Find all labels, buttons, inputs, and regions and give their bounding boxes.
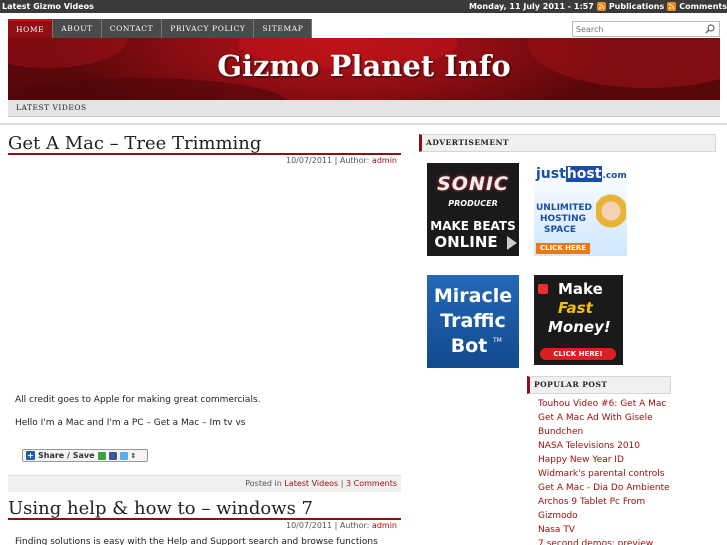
ad-make-fast-money[interactable]: Make Fast Money! CLICK HERE! — [534, 275, 623, 365]
share-save-button[interactable]: + Share / Save ⇕ — [22, 449, 148, 462]
ad-text: Make — [558, 280, 603, 298]
ad-text: host — [565, 166, 603, 182]
ad-text: HOSTING — [540, 214, 587, 224]
ad-text: Traffic — [440, 310, 506, 332]
comments-link[interactable]: Comments — [679, 0, 727, 13]
rss-icon[interactable] — [596, 2, 606, 11]
popular-post-link[interactable]: Archos 9 Tablet Pc From — [538, 495, 718, 509]
post-text: Hello I'm a Mac and I'm a PC – Get a Mac… — [15, 418, 246, 428]
popular-post-link[interactable]: Get A Mac - Dia Do Ambiente — [538, 481, 718, 495]
main-nav: HOME ABOUT CONTACT PRIVACY POLICY SITEMA… — [8, 19, 313, 38]
ad-sonic-producer[interactable]: SONIC PRODUCER MAKE BEATS ONLINE — [427, 163, 519, 256]
latest-videos-link[interactable]: LATEST VIDEOS — [16, 103, 87, 112]
popular-post-link[interactable]: Nasa TV — [538, 523, 718, 537]
ad-justhost[interactable]: justhost.com UNLIMITED HOSTING SPACE CLI… — [534, 163, 627, 256]
search-input[interactable] — [573, 22, 701, 36]
ad-text: UNLIMITED — [536, 203, 592, 213]
posted-in: Posted in Latest Videos | 3 Comments — [245, 479, 397, 488]
arrow-icon — [507, 236, 517, 250]
popular-post-link[interactable]: Widmark's parental controls — [538, 467, 718, 481]
ad-text: just — [536, 166, 566, 182]
ad-text: SONIC — [437, 173, 509, 195]
post-meta: 10/07/2011 | Author: admin — [286, 156, 397, 165]
tab-home[interactable]: HOME — [8, 19, 54, 38]
twitter-icon — [119, 451, 128, 460]
share-icon — [97, 451, 106, 460]
top-bar: Latest Gizmo Videos Monday, 11 July 2011… — [0, 0, 727, 13]
search-icon[interactable] — [703, 23, 717, 35]
popular-post-heading: POPULAR POST — [527, 376, 671, 394]
post-date: 10/07/2011 — [285, 156, 333, 165]
popular-post-link[interactable]: Gizmodo — [538, 509, 718, 523]
post-title[interactable]: Using help & how to – windows 7 — [8, 498, 313, 519]
search-box — [572, 21, 720, 37]
site-header: Gizmo Planet Info — [8, 38, 720, 100]
ad-text: ONLINE — [434, 233, 498, 251]
comments-count-link[interactable]: 3 Comments — [346, 479, 397, 488]
rss-icon[interactable] — [667, 2, 677, 11]
author-label: | Author: — [334, 156, 370, 165]
publications-link[interactable]: Publications — [609, 0, 664, 13]
video-embed[interactable] — [8, 168, 401, 386]
ad-text: Money! — [548, 318, 611, 336]
ad-text: .com — [602, 171, 627, 181]
facebook-icon — [108, 451, 117, 460]
site-name[interactable]: Latest Gizmo Videos — [2, 0, 94, 13]
post-text: All credit goes to Apple for making grea… — [15, 395, 261, 405]
advertisement-heading: ADVERTISEMENT — [419, 134, 716, 152]
share-label: Share / Save — [38, 451, 95, 460]
ad-cta: CLICK HERE — [536, 243, 590, 254]
post-meta: 10/07/2011 | Author: admin — [286, 521, 397, 530]
posted-in-label: Posted in — [245, 479, 282, 488]
post-text: Finding solutions is easy with the Help … — [15, 537, 378, 545]
popular-post-link[interactable]: Get A Mac Ad With Gisele — [538, 411, 718, 425]
popular-post-link[interactable]: Bundchen — [538, 425, 718, 439]
sub-nav: LATEST VIDEOS — [8, 100, 720, 117]
post-date: 10/07/2011 — [285, 521, 333, 530]
separator: | — [340, 479, 344, 488]
tab-contact[interactable]: CONTACT — [101, 19, 163, 38]
tab-sitemap[interactable]: SITEMAP — [254, 19, 313, 38]
author-link[interactable]: admin — [372, 521, 397, 530]
ad-text: TM — [493, 337, 502, 344]
author-label: | Author: — [334, 521, 370, 530]
post-title[interactable]: Get A Mac – Tree Trimming — [8, 133, 261, 154]
author-link[interactable]: admin — [372, 156, 397, 165]
site-title[interactable]: Gizmo Planet Info — [8, 49, 720, 83]
ad-text: Miracle — [433, 285, 513, 307]
popular-post-link[interactable]: Touhou Video #6: Get A Mac — [538, 397, 718, 411]
ad-brand: justhost.com — [536, 166, 627, 182]
popular-post-link[interactable]: NASA Televisions 2010 — [538, 439, 718, 453]
tab-about[interactable]: ABOUT — [53, 19, 102, 38]
top-bar-right: Monday, 11 July 2011 - 1:57 Publications… — [469, 0, 727, 13]
divider — [0, 123, 727, 125]
tab-privacy-policy[interactable]: PRIVACY POLICY — [162, 19, 255, 38]
chevron-down-icon: ⇕ — [130, 451, 137, 460]
post-title-underline — [8, 518, 401, 520]
plus-icon: + — [26, 451, 35, 460]
popular-post-list: Touhou Video #6: Get A Mac Get A Mac Ad … — [538, 397, 718, 545]
ad-text: Fast — [558, 299, 593, 317]
ad-text: MAKE BEATS — [430, 219, 516, 233]
logo-icon — [538, 284, 548, 294]
post-footer: Posted in Latest Videos | 3 Comments — [8, 475, 401, 492]
popular-post-link[interactable]: 7 second demos: preview — [538, 537, 718, 545]
popular-post-link[interactable]: Happy New Year ID — [538, 453, 718, 467]
ad-text: SPACE — [544, 225, 576, 235]
current-date: Monday, 11 July 2011 - 1:57 — [468, 2, 594, 11]
category-link[interactable]: Latest Videos — [284, 479, 338, 488]
post-title-underline — [8, 153, 401, 155]
ad-text: PRODUCER — [448, 199, 498, 208]
ad-person — [596, 193, 626, 253]
ad-cta: CLICK HERE! — [540, 348, 616, 360]
ad-miracle-traffic-bot[interactable]: Miracle Traffic Bot TM — [427, 275, 519, 368]
